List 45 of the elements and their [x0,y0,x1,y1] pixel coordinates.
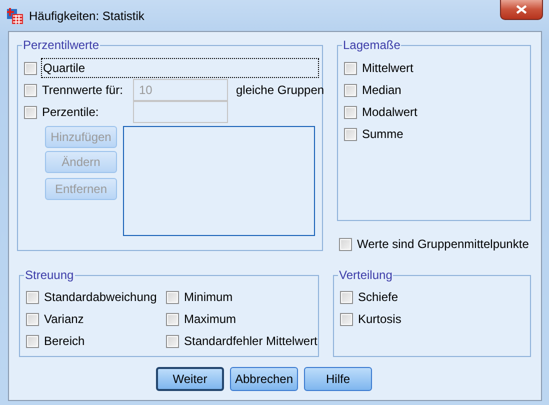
checkbox-label[interactable]: Werte sind Gruppenmittelpunkte [357,235,529,253]
group-label: Verteilung [338,268,394,282]
dialog-button[interactable]: Abbrechen [230,367,298,391]
percentile-list[interactable] [123,126,315,236]
checkbox-label[interactable]: Standardabweichung [44,288,157,306]
close-button[interactable] [500,0,543,20]
checkbox[interactable] [340,290,353,304]
group-label: Lagemaße [342,38,402,52]
checkbox[interactable] [26,334,39,348]
window-title: Häufigkeiten: Statistik [29,8,144,24]
checkbox-label[interactable]: Varianz [44,310,84,328]
checkbox-label[interactable]: Kurtosis [358,310,402,328]
checkbox-label[interactable]: Bereich [44,332,85,350]
checkbox[interactable] [26,312,39,326]
checkbox[interactable] [166,334,179,348]
group-label: Streuung [24,268,75,282]
checkbox-label[interactable]: Modalwert [362,103,418,121]
checkbox[interactable] [166,312,179,326]
checkbox-label[interactable]: Summe [362,125,404,143]
checkbox-label[interactable]: Standardfehler Mittelwert [184,332,318,350]
checkbox-label[interactable]: Median [362,81,402,99]
checkbox-label[interactable]: Quartile [42,59,318,77]
checkbox[interactable] [24,62,37,74]
dialog-button[interactable]: Hilfe [304,367,372,391]
checkbox[interactable] [339,238,352,250]
checkbox[interactable] [26,290,39,304]
group-label: Perzentilwerte [22,38,100,52]
field-suffix: gleiche Gruppen [236,82,324,99]
app-icon [6,6,24,24]
checkbox[interactable] [344,128,357,140]
checkbox[interactable] [24,106,37,118]
close-icon [516,5,527,14]
checkbox[interactable] [344,84,357,96]
checkbox[interactable] [166,290,179,304]
checkbox-label[interactable]: Maximum [184,310,236,328]
checkbox-label[interactable]: Schiefe [358,288,398,306]
checkbox-label[interactable]: Perzentile: [42,103,128,121]
checkbox-label[interactable]: Mittelwert [362,59,414,77]
dialog-button[interactable]: Weiter [156,367,224,391]
checkbox-label[interactable]: Trennwerte für: [42,81,128,99]
checkbox[interactable] [340,312,353,326]
checkbox[interactable] [24,84,37,96]
checkbox-label[interactable]: Minimum [184,288,233,306]
checkbox[interactable] [344,106,357,118]
checkbox[interactable] [344,62,357,74]
